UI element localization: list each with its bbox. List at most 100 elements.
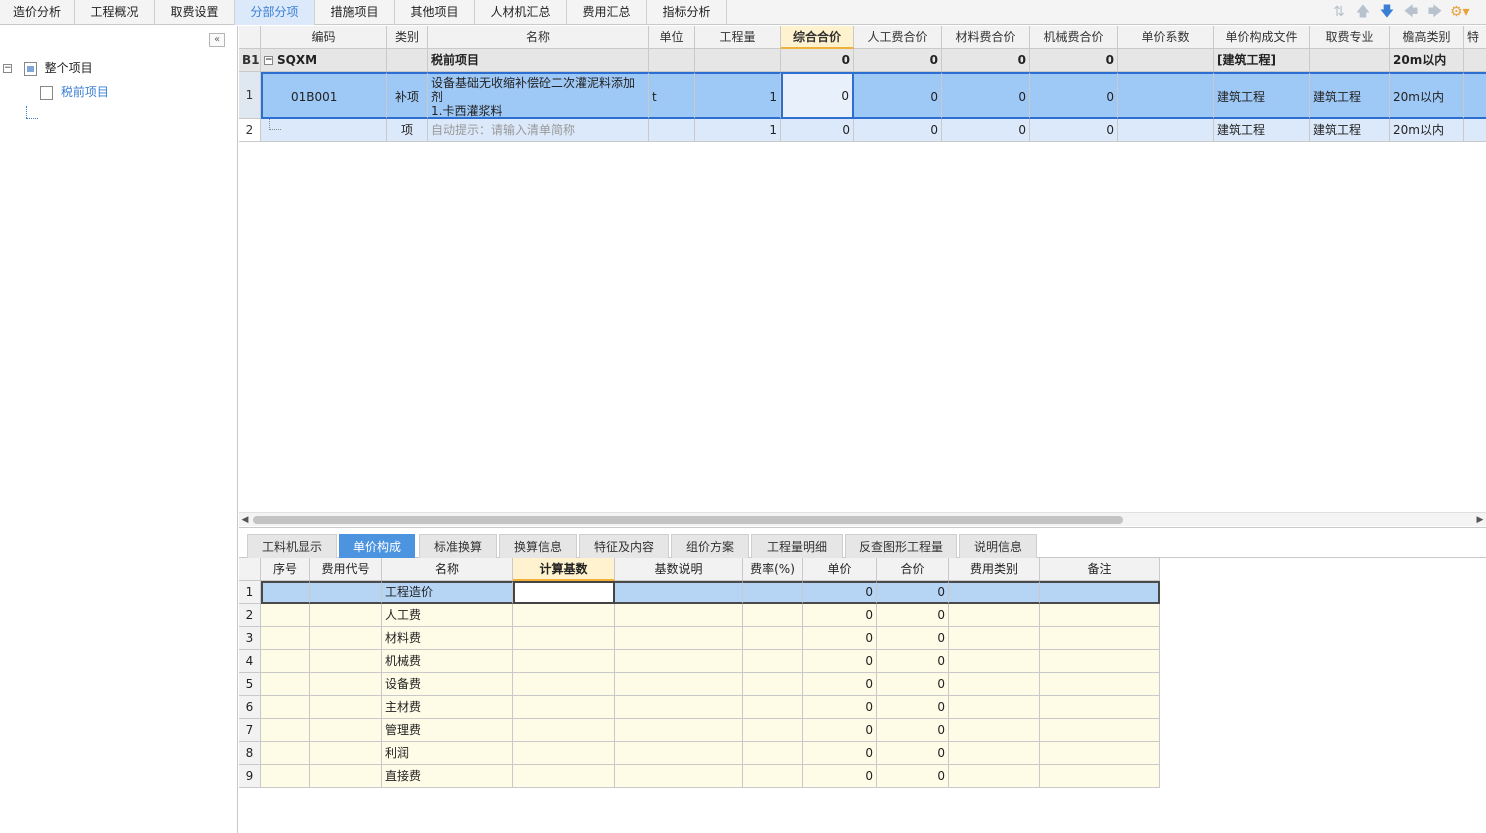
col-header-rate[interactable]: 费率(%) <box>743 558 803 581</box>
b1-machine-cell[interactable]: 0 <box>1030 49 1118 72</box>
row2-height-cell[interactable]: 20m以内 <box>1390 119 1464 142</box>
tab-cost-analysis[interactable]: 造价分析 <box>0 0 75 25</box>
col-header-fee-specialty[interactable]: 取费专业 <box>1310 26 1390 49</box>
row2-total-cell[interactable]: 0 <box>781 119 854 142</box>
row5-seq-cell[interactable] <box>261 673 310 696</box>
tab-other-items[interactable]: 其他项目 <box>395 0 475 25</box>
row8-unit-price-cell[interactable]: 0 <box>803 742 877 765</box>
tab-project-overview[interactable]: 工程概况 <box>75 0 155 25</box>
b1-type-cell[interactable] <box>387 49 428 72</box>
row5-fee-code-cell[interactable] <box>310 673 382 696</box>
row2-specialty-cell[interactable]: 建筑工程 <box>1310 119 1390 142</box>
tab-pricing-scheme[interactable]: 组价方案 <box>671 534 749 559</box>
main-grid-hscrollbar[interactable]: ◀ ▶ <box>239 512 1486 526</box>
col-header-total[interactable]: 合价 <box>877 558 949 581</box>
b1-material-cell[interactable]: 0 <box>942 49 1030 72</box>
row7-total-cell[interactable]: 0 <box>877 719 949 742</box>
row8-fee-code-cell[interactable] <box>310 742 382 765</box>
row4-base-description-cell[interactable] <box>615 650 743 673</box>
row1-seq-cell[interactable] <box>261 581 310 604</box>
tab-conversion-info[interactable]: 换算信息 <box>499 534 577 559</box>
row1-material-cell[interactable]: 0 <box>942 72 1030 119</box>
b1-specialty-cell[interactable] <box>1310 49 1390 72</box>
row6-fee-category-cell[interactable] <box>949 696 1040 719</box>
row2-name-cell[interactable]: 人工费 <box>382 604 513 627</box>
row3-calc-base-cell[interactable] <box>513 627 615 650</box>
row1-file-cell[interactable]: 建筑工程 <box>1214 72 1310 119</box>
row2-file-cell[interactable]: 建筑工程 <box>1214 119 1310 142</box>
row4-fee-code-cell[interactable] <box>310 650 382 673</box>
row1-labor-cell[interactable]: 0 <box>854 72 942 119</box>
row7-unit-price-cell[interactable]: 0 <box>803 719 877 742</box>
row1-rate-cell[interactable] <box>743 581 803 604</box>
arrow-right-icon[interactable]: 🡆 <box>1426 3 1444 21</box>
col-header-labor-total[interactable]: 人工费合价 <box>854 26 942 49</box>
row3-name-cell[interactable]: 材料费 <box>382 627 513 650</box>
row4-remarks-cell[interactable] <box>1040 650 1160 673</box>
row9-calc-base-cell[interactable] <box>513 765 615 788</box>
row4-rate-cell[interactable] <box>743 650 803 673</box>
tree-item-pre-tax[interactable]: 税前项目 <box>30 83 109 101</box>
b1-total-cell[interactable]: 0 <box>781 49 854 72</box>
row1-name-cell[interactable]: 工程造价 <box>382 581 513 604</box>
row5-calc-base-cell[interactable] <box>513 673 615 696</box>
col-header-seq[interactable]: 序号 <box>261 558 310 581</box>
tab-measures[interactable]: 措施项目 <box>315 0 395 25</box>
row1-base-description-cell[interactable] <box>615 581 743 604</box>
move-updown-icon[interactable]: ⇅ <box>1330 3 1348 21</box>
row5-fee-category-cell[interactable] <box>949 673 1040 696</box>
tab-quantity-details[interactable]: 工程量明细 <box>751 534 843 559</box>
col-header-total-price[interactable]: 综合合价 <box>781 26 854 49</box>
row6-base-description-cell[interactable] <box>615 696 743 719</box>
row1-type-cell[interactable]: 补项 <box>387 72 428 119</box>
col-header-feature[interactable]: 特 <box>1464 26 1486 49</box>
row2-fee-category-cell[interactable] <box>949 604 1040 627</box>
row7-calc-base-cell[interactable] <box>513 719 615 742</box>
row1-total-cell[interactable]: 0 <box>877 581 949 604</box>
col-header-code[interactable]: 编码 <box>261 26 387 49</box>
row3-fee-category-cell[interactable] <box>949 627 1040 650</box>
col-header-calc-base[interactable]: 计算基数 <box>513 558 615 581</box>
tree-item-whole-project[interactable]: − 整个项目 <box>3 59 93 77</box>
row7-fee-category-cell[interactable] <box>949 719 1040 742</box>
b1-code-cell[interactable]: − SQXM <box>261 49 387 72</box>
row1-total-cell[interactable]: 0 <box>781 72 854 119</box>
row8-total-cell[interactable]: 0 <box>877 742 949 765</box>
row4-unit-price-cell[interactable]: 0 <box>803 650 877 673</box>
row1-specialty-cell[interactable]: 建筑工程 <box>1310 72 1390 119</box>
b1-unit-cell[interactable] <box>649 49 695 72</box>
b1-collapse-toggle[interactable]: − <box>264 56 273 65</box>
tab-unit-price-composition[interactable]: 单价构成 <box>339 534 415 559</box>
row1-unit-cell[interactable]: t <box>649 72 695 119</box>
arrow-left-icon[interactable]: 🡄 <box>1402 3 1420 21</box>
row1-coef-cell[interactable] <box>1118 72 1214 119</box>
row2-base-description-cell[interactable] <box>615 604 743 627</box>
tab-sub-items[interactable]: 分部分项 <box>235 0 315 25</box>
row9-rate-cell[interactable] <box>743 765 803 788</box>
scroll-right-icon[interactable]: ▶ <box>1474 513 1486 527</box>
col-header-unit-price[interactable]: 单价 <box>803 558 877 581</box>
scroll-left-icon[interactable]: ◀ <box>239 513 251 527</box>
tab-labor-material-summary[interactable]: 人材机汇总 <box>475 0 567 25</box>
row7-name-cell[interactable]: 管理费 <box>382 719 513 742</box>
col-header-quantity[interactable]: 工程量 <box>695 26 781 49</box>
col-header-base-description[interactable]: 基数说明 <box>615 558 743 581</box>
row8-name-cell[interactable]: 利润 <box>382 742 513 765</box>
row4-fee-category-cell[interactable] <box>949 650 1040 673</box>
b1-qty-cell[interactable] <box>695 49 781 72</box>
row1-calc-base-cell[interactable] <box>513 581 615 604</box>
col-header-name[interactable]: 名称 <box>428 26 649 49</box>
row2-coef-cell[interactable] <box>1118 119 1214 142</box>
col-header-machine-total[interactable]: 机械费合价 <box>1030 26 1118 49</box>
row3-fee-code-cell[interactable] <box>310 627 382 650</box>
col-header-fee-code[interactable]: 费用代号 <box>310 558 382 581</box>
row2-qty-cell[interactable]: 1 <box>695 119 781 142</box>
row6-name-cell[interactable]: 主材费 <box>382 696 513 719</box>
row3-remarks-cell[interactable] <box>1040 627 1160 650</box>
row7-base-description-cell[interactable] <box>615 719 743 742</box>
row9-name-cell[interactable]: 直接费 <box>382 765 513 788</box>
row1-machine-cell[interactable]: 0 <box>1030 72 1118 119</box>
tree-collapse-toggle[interactable]: − <box>3 64 12 73</box>
row9-fee-code-cell[interactable] <box>310 765 382 788</box>
row3-unit-price-cell[interactable]: 0 <box>803 627 877 650</box>
